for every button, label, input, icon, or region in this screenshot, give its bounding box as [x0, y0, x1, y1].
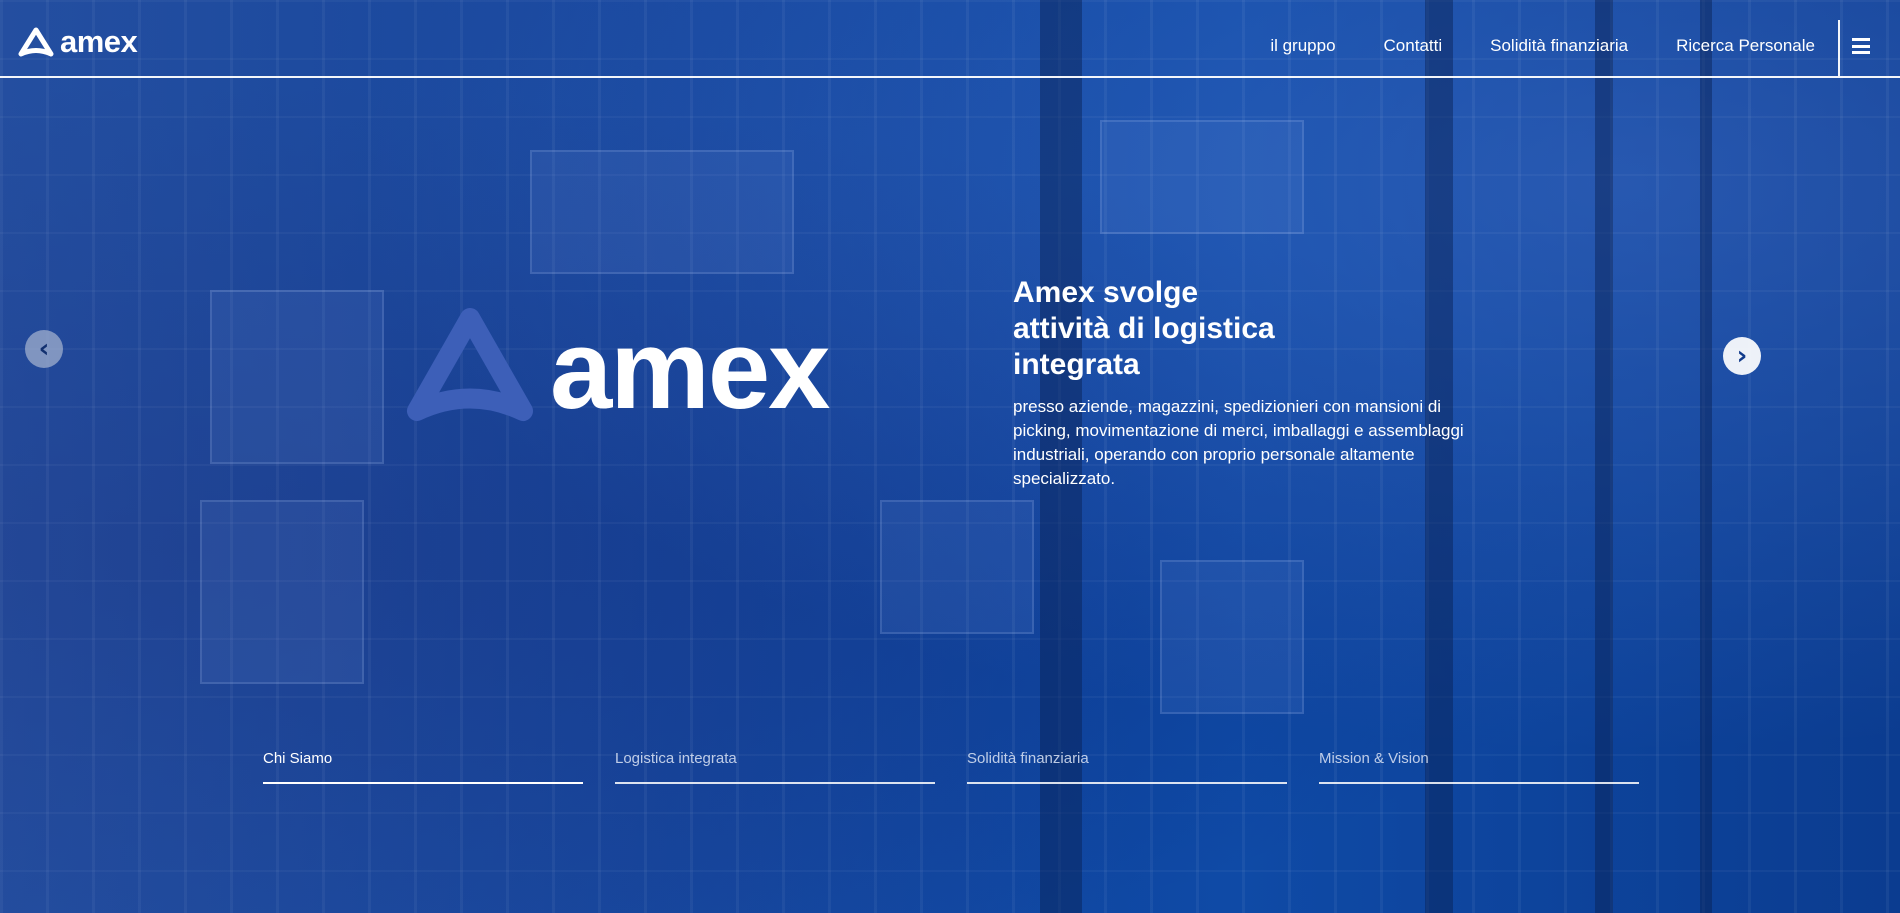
warehouse-box [1160, 560, 1304, 714]
hero-headline: Amex svolge attività di logistica integr… [1013, 275, 1343, 383]
nav-item-il-gruppo[interactable]: il gruppo [1270, 36, 1335, 56]
logo-triangle-icon [18, 27, 54, 56]
nav-item-ricerca-personale[interactable]: Ricerca Personale [1676, 36, 1815, 56]
hero-brand-wordmark: amex [550, 307, 830, 432]
nav-item-contatti[interactable]: Contatti [1384, 36, 1443, 56]
headline-line: Amex svolge [1013, 276, 1199, 310]
headline-line: integrata [1013, 348, 1140, 382]
headline-line: attività di logistica [1013, 312, 1275, 346]
nav-item-solidita-finanziaria[interactable]: Solidità finanziaria [1490, 36, 1628, 56]
menu-divider [1838, 20, 1840, 76]
tab-mission-vision[interactable]: Mission & Vision [1319, 750, 1639, 784]
hero-logo: amex [405, 308, 895, 426]
slider-prev-button[interactable]: ‹ [25, 330, 63, 368]
warehouse-box [200, 500, 364, 684]
warehouse-box [530, 150, 794, 274]
tab-logistica-integrata[interactable]: Logistica integrata [615, 750, 935, 784]
chevron-right-icon: › [1736, 341, 1748, 371]
tab-chi-siamo[interactable]: Chi Siamo [263, 750, 583, 784]
top-navigation-bar: amex il gruppo Contatti Solidità finanzi… [0, 0, 1900, 78]
slider-next-button[interactable]: › [1723, 337, 1761, 375]
slider-tabs: Chi Siamo Logistica integrata Solidità f… [263, 750, 1639, 784]
tab-solidita-finanziaria[interactable]: Solidità finanziaria [967, 750, 1287, 784]
warehouse-box [880, 500, 1034, 634]
warehouse-box [210, 290, 384, 464]
hero-description: presso aziende, magazzini, spedizionieri… [1013, 397, 1464, 488]
brand-wordmark: amex [60, 24, 138, 59]
warehouse-box [1100, 120, 1304, 234]
main-nav: il gruppo Contatti Solidità finanziaria … [1270, 36, 1815, 56]
brand-logo[interactable]: amex [18, 24, 138, 59]
hamburger-menu-icon[interactable] [1852, 38, 1870, 54]
chevron-left-icon: ‹ [38, 334, 50, 364]
shelf-pillar [1700, 0, 1712, 913]
logo-triangle-icon [407, 308, 533, 421]
